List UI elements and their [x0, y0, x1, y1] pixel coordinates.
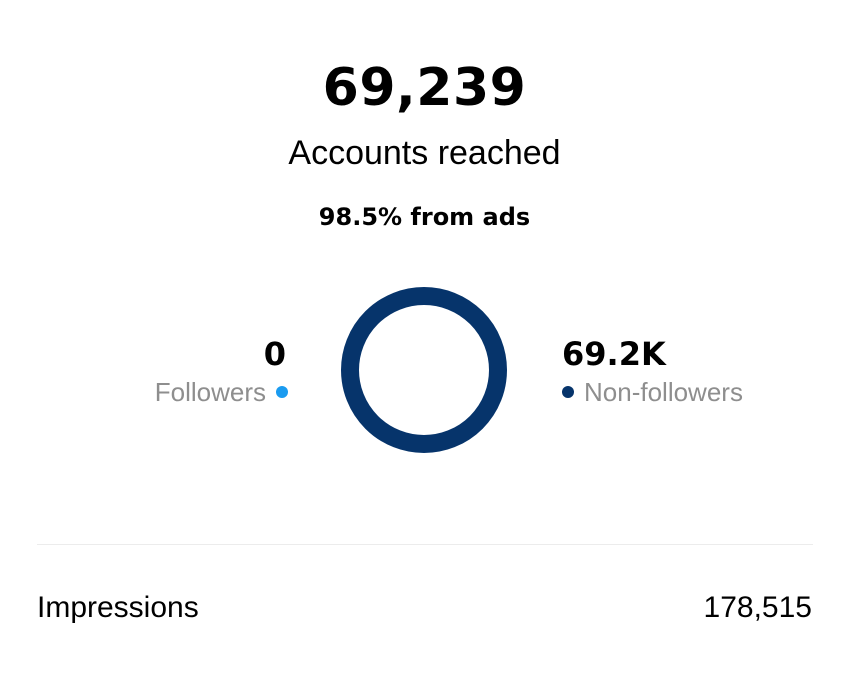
accounts-reached-label: Accounts reached: [288, 134, 561, 172]
accounts-reached-total: 69,239: [322, 58, 527, 118]
non-followers-legend-label: Non-followers: [584, 377, 743, 407]
impressions-value: 178,515: [703, 591, 812, 624]
ads-share-label: 98.5% from ads: [318, 203, 531, 231]
followers-value: 0: [263, 335, 286, 373]
non-followers-value: 69.2K: [562, 335, 666, 373]
followers-legend: Followers: [155, 374, 288, 410]
donut-slice-non-followers: [341, 287, 507, 453]
non-followers-legend-dot: [562, 386, 574, 398]
impressions-label: Impressions: [37, 591, 199, 624]
section-divider: [37, 544, 813, 545]
non-followers-legend: Non-followers: [562, 374, 743, 410]
followers-legend-dot: [276, 386, 288, 398]
followers-legend-label: Followers: [154, 377, 266, 407]
reach-donut-chart: [341, 287, 507, 453]
